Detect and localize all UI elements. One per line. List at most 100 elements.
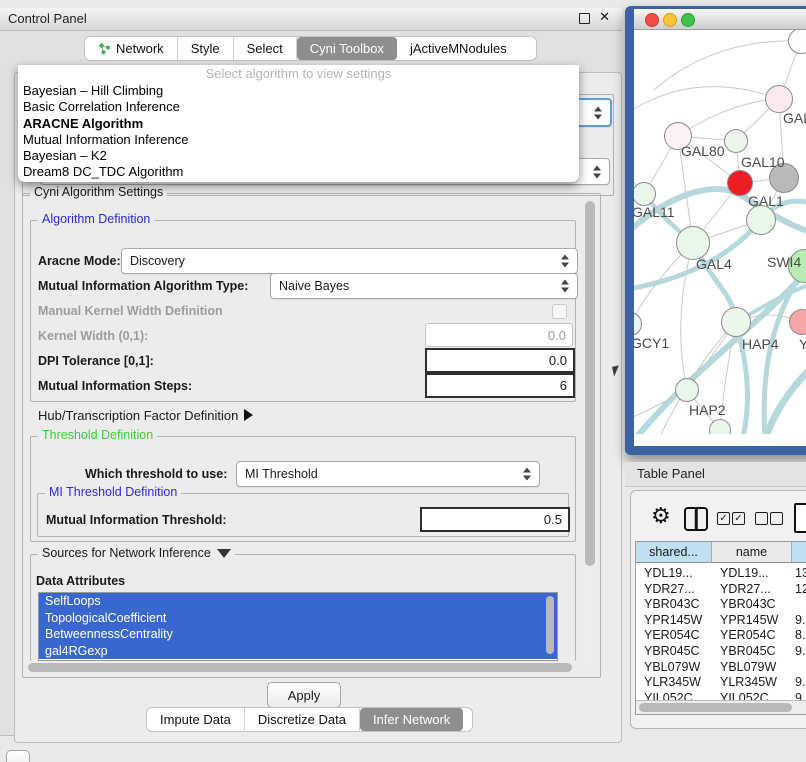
kernel-width-label: Kernel Width (0,1): xyxy=(38,329,148,343)
table-row[interactable]: YBR043CYBR043C xyxy=(636,596,806,612)
control-panel-header: Control Panel ✕ xyxy=(0,8,622,31)
mi-type-label: Mutual Information Algorithm Type: xyxy=(38,279,248,293)
hub-definition-toggle[interactable]: Hub/Transcription Factor Definition xyxy=(38,408,253,423)
kernel-width-field[interactable]: 0.0 xyxy=(425,323,573,347)
node-gal1[interactable] xyxy=(746,205,776,235)
table-row[interactable]: YDL19...YDL19...13 xyxy=(636,565,806,581)
table-cell: 12 xyxy=(792,582,806,596)
mi-steps-label: Mutual Information Steps: xyxy=(38,379,192,393)
unchecked-checkbox-icon[interactable] xyxy=(755,512,768,525)
table-cell: YPR145W xyxy=(636,613,712,627)
sources-title[interactable]: Sources for Network Inference xyxy=(38,546,235,560)
table-row[interactable]: YBR045CYBR045C9. xyxy=(636,643,806,659)
cyni-settings-title: Cyni Algorithm Settings xyxy=(30,185,167,199)
mi-threshold-definition-title: MI Threshold Definition xyxy=(45,485,181,499)
table-cell: YBR045C xyxy=(712,644,792,658)
node-gal10[interactable] xyxy=(724,129,748,153)
document-icon[interactable] xyxy=(794,503,806,533)
table-row[interactable]: YPR145WYPR145W9. xyxy=(636,612,806,628)
settings-horizontal-scrollbar[interactable] xyxy=(24,661,580,673)
dropdown-item[interactable]: Bayesian – K2 xyxy=(18,148,579,164)
dpi-tolerance-field[interactable]: 0.0 xyxy=(425,348,575,373)
attribute-list-item[interactable]: TopologicalCoefficient xyxy=(39,610,557,627)
node-label: GAL80 xyxy=(681,143,725,159)
mi-type-combo[interactable]: Naive Bayes xyxy=(270,273,578,299)
node-hap2[interactable] xyxy=(675,378,699,402)
float-window-icon[interactable] xyxy=(579,13,590,24)
checked-checkbox-icon[interactable]: ✓ xyxy=(732,512,745,525)
dropdown-item[interactable]: ARACNE Algorithm xyxy=(18,116,579,132)
mi-threshold-field[interactable]: 0.5 xyxy=(420,507,570,532)
expand-right-icon xyxy=(244,409,253,421)
node-label: GCY1 xyxy=(634,335,669,351)
node-hap4[interactable] xyxy=(721,307,751,337)
data-attributes-label: Data Attributes xyxy=(36,574,125,588)
tab-cyni-toolbox[interactable]: Cyni Toolbox xyxy=(297,37,397,60)
table-cell: YBL079W xyxy=(636,660,712,674)
combo-arrows-icon xyxy=(593,165,602,178)
tab-network[interactable]: Network xyxy=(85,37,178,60)
node-label: GAL1 xyxy=(748,193,784,209)
settings-vertical-scrollbar[interactable] xyxy=(584,196,596,673)
table-column-header[interactable]: A xyxy=(792,542,806,563)
table-cell: 9. xyxy=(792,644,806,658)
network-window-titlebar[interactable] xyxy=(634,9,806,30)
collapsed-panel-button[interactable] xyxy=(6,750,30,762)
table-cell: YDR27... xyxy=(712,582,792,596)
network-canvas[interactable]: GALGAL80GAL10GAL1SWI4GAL11GAL4GCY1HAP4YH… xyxy=(634,30,806,434)
dropdown-item[interactable]: Bayesian – Hill Climbing xyxy=(18,83,579,99)
table-panel-title: Table Panel xyxy=(637,466,705,481)
table-row[interactable]: YER054CYER054C8. xyxy=(636,627,806,643)
tab-discretize-data[interactable]: Discretize Data xyxy=(245,708,360,731)
attributes-vscroll-thumb[interactable] xyxy=(546,596,554,654)
dropdown-item[interactable]: Dream8 DC_TDC Algorithm xyxy=(18,164,579,180)
manual-kernel-checkbox[interactable] xyxy=(552,304,567,319)
attribute-list-item[interactable]: SelfLoops xyxy=(39,593,557,610)
tab-infer-network[interactable]: Infer Network xyxy=(360,708,463,731)
table-row[interactable]: YDR27...YDR27...12 xyxy=(636,581,806,597)
apply-button[interactable]: Apply xyxy=(267,682,341,708)
table-row[interactable]: YLR345WYLR345W9. xyxy=(636,674,806,690)
table-cell: 9. xyxy=(792,675,806,689)
node-pink-top[interactable] xyxy=(765,85,793,113)
node-label: GAL4 xyxy=(696,256,732,272)
table-column-header[interactable]: name xyxy=(712,542,792,563)
unchecked-checkbox-icon[interactable] xyxy=(770,512,783,525)
close-icon[interactable]: ✕ xyxy=(599,9,610,25)
attribute-list-item[interactable]: BetweennessCentrality xyxy=(39,626,557,643)
tab-impute-data[interactable]: Impute Data xyxy=(147,708,245,731)
table-column-header[interactable]: shared... xyxy=(636,542,712,563)
table-cell: 13 xyxy=(792,566,806,580)
aracne-mode-combo[interactable]: Discovery xyxy=(121,248,578,274)
control-panel-title: Control Panel xyxy=(8,11,87,26)
dropdown-item[interactable]: Mutual Information Inference xyxy=(18,132,579,148)
which-threshold-label: Which threshold to use: xyxy=(85,467,227,481)
split-columns-icon[interactable] xyxy=(684,507,708,531)
node-gal4[interactable] xyxy=(676,226,710,260)
table-horizontal-scrollbar[interactable] xyxy=(636,700,806,714)
data-attributes-list[interactable]: SelfLoopsTopologicalCoefficientBetweenne… xyxy=(38,592,558,661)
node-bottom[interactable] xyxy=(709,419,731,434)
tab-select[interactable]: Select xyxy=(234,37,297,60)
attribute-list-item[interactable]: gal4RGexp xyxy=(39,643,557,660)
node-table[interactable]: shared...nameA YDL19...YDL19...13YDR27..… xyxy=(635,541,806,715)
checked-checkbox-icon[interactable]: ✓ xyxy=(717,512,730,525)
combo-arrows-icon xyxy=(561,280,570,293)
close-traffic-icon[interactable] xyxy=(645,13,659,27)
which-threshold-combo[interactable]: MI Threshold xyxy=(236,461,540,487)
minimize-traffic-icon[interactable] xyxy=(663,13,677,27)
table-cell: YER054C xyxy=(636,628,712,642)
gear-icon[interactable]: ⚙ xyxy=(651,505,671,527)
mi-steps-field[interactable]: 6 xyxy=(425,373,575,398)
tab-jactivemnodules[interactable]: jActiveMNodules xyxy=(397,37,520,60)
table-row[interactable]: YBL079WYBL079W xyxy=(636,659,806,675)
dropdown-item[interactable]: Basic Correlation Inference xyxy=(18,99,579,115)
settings-vscroll-thumb[interactable] xyxy=(585,201,595,566)
screen: Control Panel ✕ Network Style Select xyxy=(0,0,806,762)
zoom-traffic-icon[interactable] xyxy=(681,13,695,27)
settings-hscroll-thumb[interactable] xyxy=(28,663,572,672)
tab-style[interactable]: Style xyxy=(178,37,234,60)
network-icon xyxy=(98,42,111,55)
table-panel-body: ⚙ ✓ ✓ shared...nameA YDL19...YDL19...13Y… xyxy=(630,490,806,729)
table-hscroll-thumb[interactable] xyxy=(639,703,792,712)
